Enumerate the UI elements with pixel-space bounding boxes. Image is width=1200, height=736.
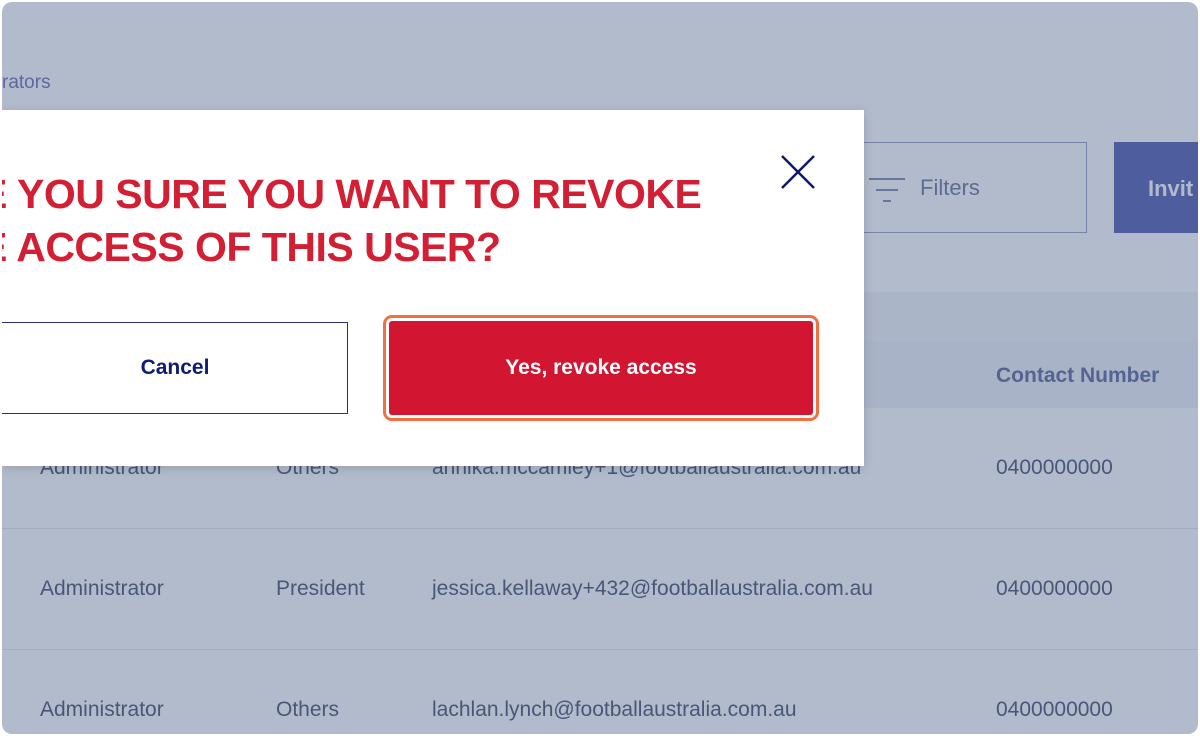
revoke-access-dialog: E YOU SURE YOU WANT TO REVOKE E ACCESS O… <box>2 110 864 466</box>
close-icon <box>781 155 815 189</box>
close-dialog-button[interactable] <box>776 150 820 194</box>
cancel-button[interactable]: Cancel <box>2 322 348 414</box>
dialog-title: E YOU SURE YOU WANT TO REVOKE E ACCESS O… <box>2 168 702 274</box>
dialog-title-line-1: E YOU SURE YOU WANT TO REVOKE <box>2 171 702 217</box>
dialog-title-line-2: E ACCESS OF THIS USER? <box>2 224 501 270</box>
revoke-access-button[interactable]: Yes, revoke access <box>383 315 819 421</box>
app-window: rators Filters Invit Contact Number Admi… <box>2 2 1198 734</box>
